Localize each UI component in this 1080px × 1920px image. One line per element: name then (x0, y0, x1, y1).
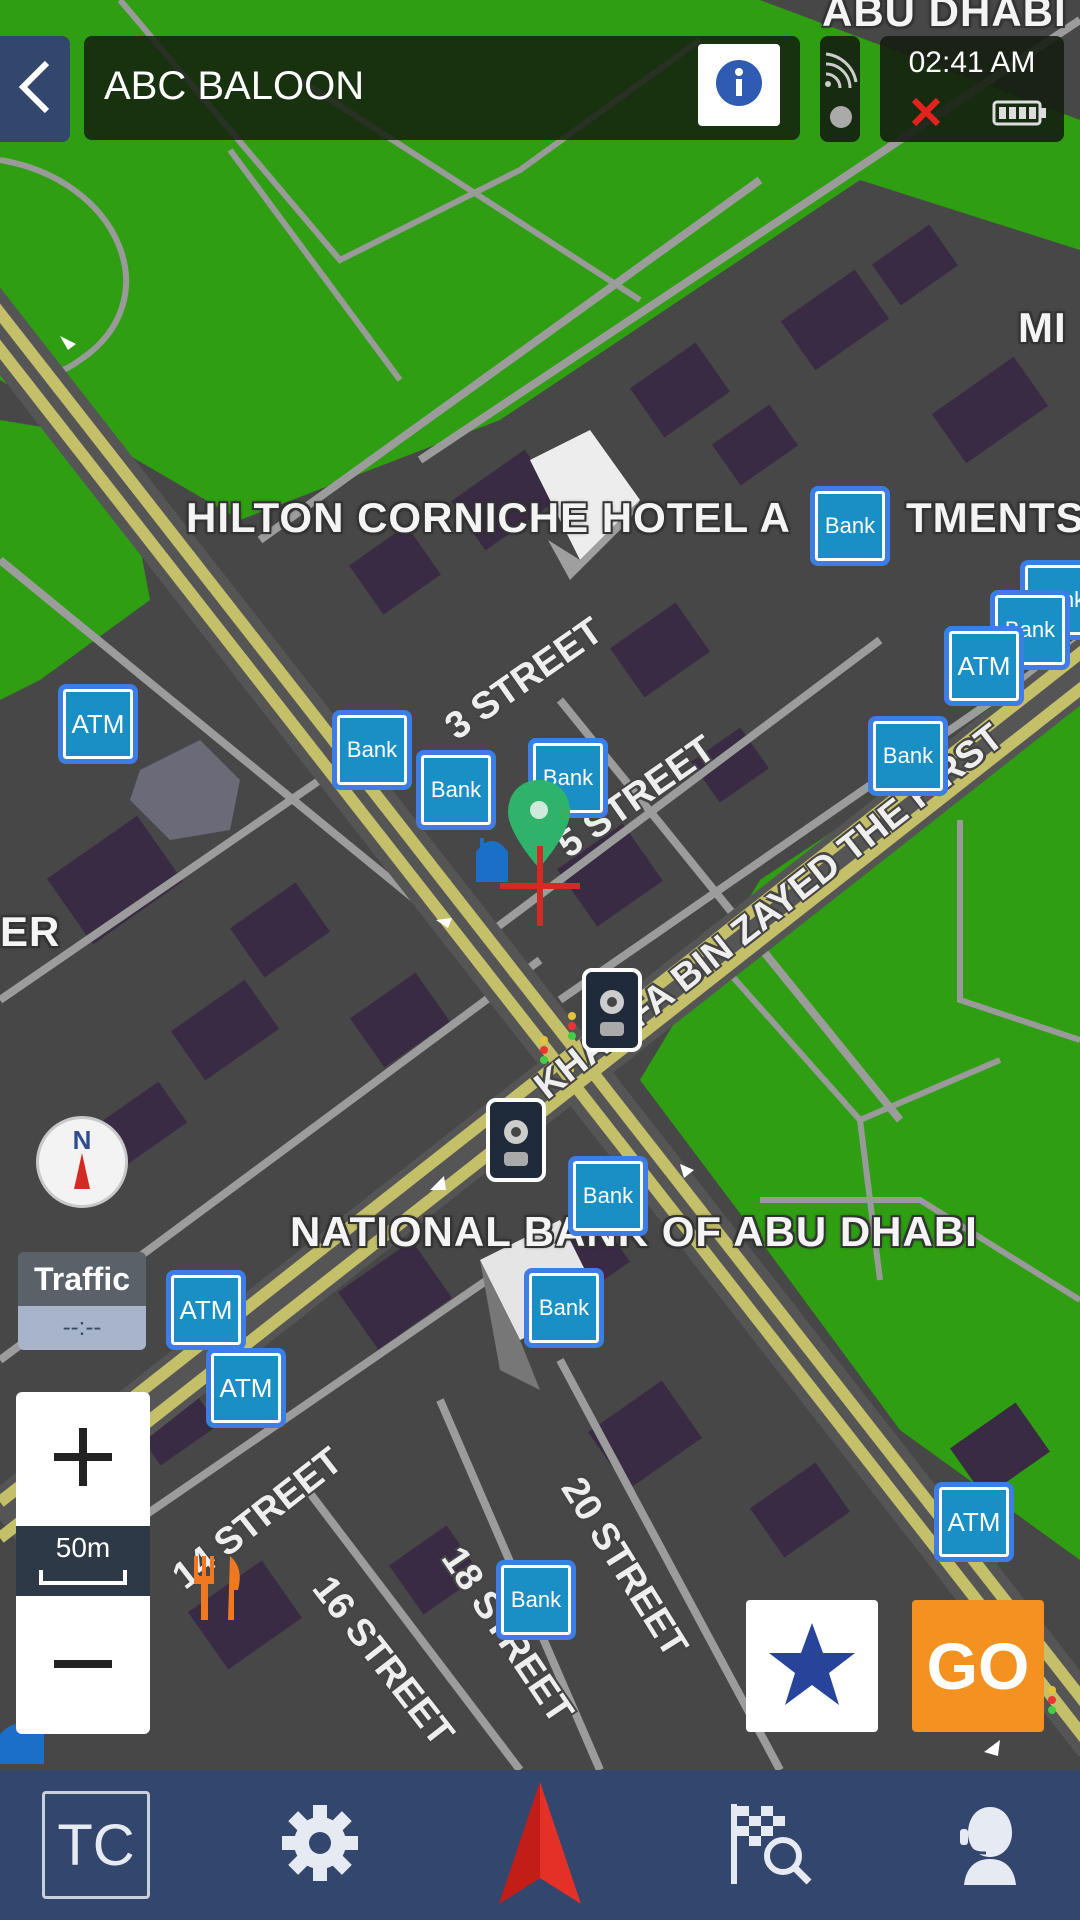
navigation-arrow-icon (495, 1778, 585, 1913)
traffic-value: --:-- (18, 1306, 146, 1350)
scale-label: 50m (55, 1532, 111, 1563)
map-label-mi: MI (1018, 304, 1067, 351)
nav-search-destination-button[interactable] (716, 1770, 824, 1920)
bank-poi[interactable]: Bank (524, 1268, 604, 1348)
restaurant-icon[interactable] (186, 1552, 252, 1622)
flag-search-icon (725, 1798, 815, 1893)
nav-support-button[interactable] (936, 1770, 1044, 1920)
info-icon (714, 58, 764, 113)
atm-poi[interactable]: ATM (206, 1348, 286, 1428)
speed-camera-icon[interactable] (486, 1098, 546, 1182)
atm-poi[interactable]: ATM (58, 684, 138, 764)
nav-settings-button[interactable] (266, 1770, 374, 1920)
map-view[interactable]: ABU DHABI MI HILTON CORNICHE HOTEL A TME… (0, 0, 1080, 1770)
plus-icon (52, 1426, 114, 1493)
star-icon (767, 1621, 857, 1712)
scale-bar (39, 1570, 127, 1585)
info-button[interactable] (698, 44, 780, 126)
bank-poi[interactable]: Bank (868, 716, 948, 796)
atm-poi[interactable]: ATM (166, 1270, 246, 1350)
map-label-hilton-tail: TMENTS (906, 494, 1080, 541)
chevron-left-icon (15, 57, 55, 122)
nav-navigate-button[interactable] (486, 1770, 594, 1920)
destination-title: ABC BALOON (104, 64, 365, 108)
traffic-panel[interactable]: Traffic --:-- (18, 1252, 146, 1350)
compass-button[interactable]: N (36, 1116, 128, 1208)
compass-icon: N (39, 1125, 125, 1209)
zoom-out-button[interactable] (16, 1596, 150, 1734)
clock-time: 02:41 AM (908, 46, 1036, 79)
bank-poi[interactable]: Bank (416, 750, 496, 830)
speed-camera-icon[interactable] (582, 968, 642, 1052)
zoom-control: 50m (16, 1392, 150, 1734)
destination-title-bar: ABC BALOON (84, 36, 800, 140)
status-panel: 02:41 AM (880, 36, 1064, 142)
atm-poi[interactable]: ATM (934, 1482, 1014, 1562)
zoom-in-button[interactable] (16, 1392, 150, 1526)
crosshair-icon (500, 846, 580, 926)
favorite-button[interactable] (746, 1600, 878, 1732)
battery-icon (992, 100, 1048, 131)
go-button[interactable]: GO (912, 1600, 1044, 1732)
gps-status[interactable] (820, 36, 860, 142)
headset-support-icon (950, 1800, 1030, 1890)
bank-poi[interactable]: Bank (810, 486, 890, 566)
gps-dot-icon (830, 106, 852, 128)
gear-icon (280, 1803, 360, 1888)
tc-label: TC (42, 1791, 150, 1899)
gps-signal-icon (822, 52, 858, 93)
back-button[interactable] (0, 36, 70, 142)
bank-poi[interactable]: Bank (568, 1156, 648, 1236)
map-label-abu-dhabi: ABU DHABI (822, 0, 1067, 35)
map-scale: 50m (16, 1526, 150, 1596)
bank-poi[interactable]: Bank (496, 1560, 576, 1640)
map-label-hilton: HILTON CORNICHE HOTEL A (186, 494, 791, 541)
bottom-navigation-bar: TC (0, 1770, 1080, 1920)
nav-tc-button[interactable]: TC (38, 1770, 154, 1920)
atm-poi[interactable]: ATM (944, 626, 1024, 706)
minus-icon (52, 1656, 114, 1674)
gps-off-icon (910, 96, 942, 133)
bank-poi[interactable]: Bank (332, 710, 412, 790)
svg-text:N: N (73, 1125, 92, 1155)
map-label-er: ER (0, 908, 61, 955)
traffic-title: Traffic (18, 1252, 146, 1306)
